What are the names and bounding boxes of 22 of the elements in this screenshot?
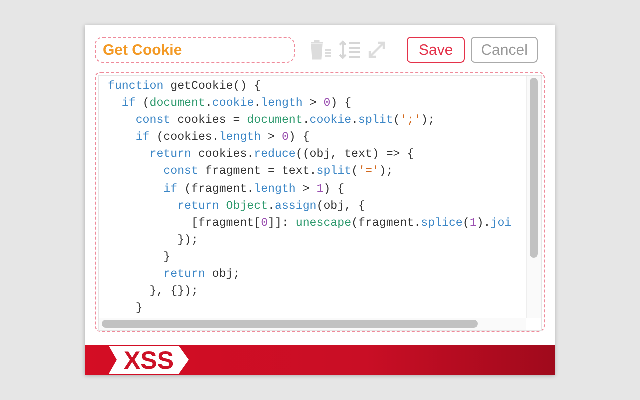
code-line: return cookies.reduce((obj, text) => { xyxy=(148,147,416,164)
expand-icon[interactable] xyxy=(367,40,387,60)
code-line: } xyxy=(134,301,144,318)
code-line: if (fragment.length > 1) { xyxy=(162,182,346,198)
title-field[interactable]: Get Cookie xyxy=(95,37,295,63)
code-line: return obj; xyxy=(162,267,242,284)
code-line: [fragment[0]]: unescape(fragment.splice(1).joi xyxy=(190,216,513,232)
code-line: } xyxy=(162,250,172,266)
vertical-scrollbar[interactable] xyxy=(526,76,541,318)
code-line: const cookies = document.cookie.split(';'); xyxy=(134,113,436,130)
line-height-icon[interactable] xyxy=(339,40,361,60)
code-line: const fragment = text.split('='); xyxy=(162,164,394,180)
save-button[interactable]: Save xyxy=(407,37,466,63)
code-line: return Object.assign(obj, { xyxy=(176,198,366,215)
cancel-button[interactable]: Cancel xyxy=(471,37,538,63)
trash-list-icon[interactable] xyxy=(309,40,333,60)
code-line: }); xyxy=(176,232,200,249)
code-line: }, {}); xyxy=(148,284,200,300)
horizontal-scrollbar[interactable] xyxy=(99,318,526,330)
code-line: if (cookies.length > 0) { xyxy=(134,130,311,146)
code-line: function getCookie() { xyxy=(108,79,262,95)
code-line: if (document.cookie.length > 0) { xyxy=(120,96,353,112)
